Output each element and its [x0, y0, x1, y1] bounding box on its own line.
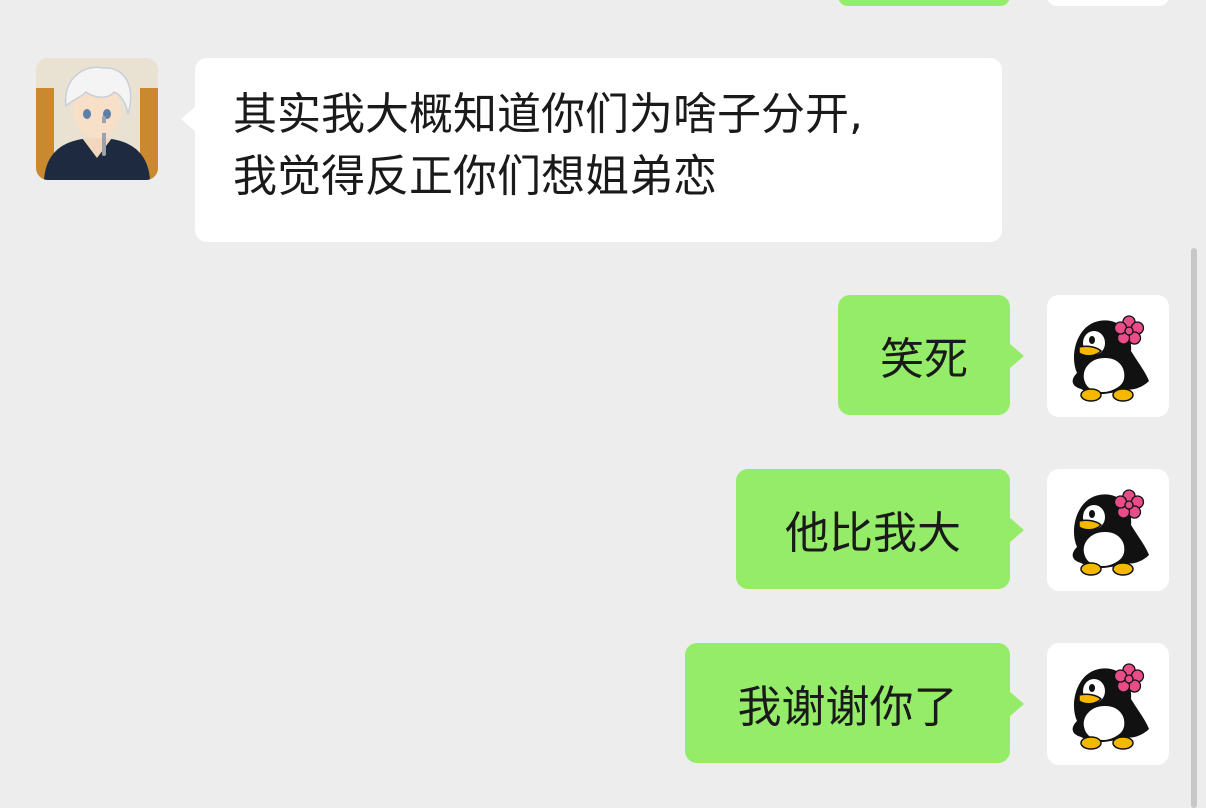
message-text-line-1: 其实我大概知道你们为啥子分开, — [233, 89, 863, 140]
outgoing-message-bubble[interactable]: 笑死 — [838, 295, 1024, 415]
previous-message-bubble[interactable] — [838, 0, 1010, 6]
outgoing-message-bubble[interactable]: 他比我大 — [736, 469, 1024, 589]
my-avatar-icon[interactable] — [1047, 469, 1169, 591]
my-avatar-icon[interactable] — [1047, 643, 1169, 765]
chat-area[interactable]: 其实我大概知道你们为啥子分开, 我觉得反正你们想姐弟恋 笑死 他比我大 我谢谢你… — [0, 0, 1206, 808]
previous-message-avatar[interactable] — [1047, 0, 1169, 6]
penguin-with-flower-icon — [1071, 663, 1150, 750]
penguin-with-flower-icon — [1071, 489, 1150, 576]
outgoing-message-bubble[interactable]: 我谢谢你了 — [685, 643, 1024, 763]
contact-avatar-icon[interactable] — [36, 58, 158, 180]
message-text: 他比我大 — [785, 508, 961, 559]
anime-boy-avatar-icon — [36, 58, 158, 180]
message-text-line-2: 我觉得反正你们想姐弟恋 — [233, 151, 717, 202]
incoming-message-bubble[interactable]: 其实我大概知道你们为啥子分开, 我觉得反正你们想姐弟恋 — [181, 58, 1002, 242]
penguin-with-flower-icon — [1071, 315, 1150, 402]
message-text: 我谢谢你了 — [737, 682, 958, 733]
my-avatar-icon[interactable] — [1047, 295, 1169, 417]
message-text: 笑死 — [880, 334, 968, 385]
scrollbar[interactable] — [1191, 248, 1197, 808]
